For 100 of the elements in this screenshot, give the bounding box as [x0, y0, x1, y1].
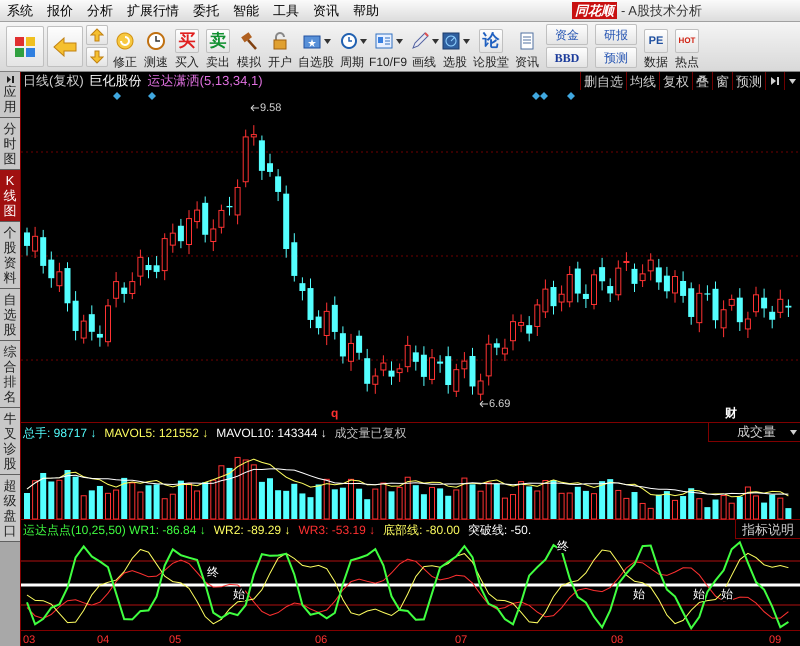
toolbar-button[interactable]: 测速 [142, 22, 170, 71]
side-tab[interactable]: 牛叉诊股 [0, 408, 20, 475]
indicator-help-button[interactable]: 指标说明 [735, 520, 800, 539]
icon-glyph: 论 [479, 29, 503, 53]
axis-label: 05 [169, 633, 182, 646]
toolbar-button[interactable]: 开户 [266, 22, 294, 71]
layout-button[interactable] [6, 26, 44, 67]
toolbar-button[interactable]: F10/F9 [369, 22, 407, 71]
signal-label: 始 [693, 587, 705, 601]
toolbar-button[interactable]: HOT 热点 [673, 22, 701, 71]
app-logo: 同花顺 [572, 2, 617, 20]
toolbar-button[interactable]: 论 论股堂 [472, 22, 510, 71]
toolbar-button[interactable]: 模拟 [235, 22, 263, 71]
icon-glyph: HOT [675, 29, 699, 53]
menu-item[interactable]: 工具 [266, 0, 306, 20]
clock-icon [146, 31, 166, 51]
legend-value: 总手: 98717 ↓ [23, 424, 96, 442]
expand-icon [770, 76, 780, 86]
menu-item[interactable]: 智能 [226, 0, 266, 20]
chart-marker: q [331, 405, 338, 422]
legend-value: MAVOL10: 143344 ↓ [216, 424, 327, 442]
signal-label: 始 [721, 587, 733, 601]
radar-icon [440, 31, 460, 51]
menu-item[interactable]: 扩展行情 [120, 0, 186, 20]
toolbar-button[interactable]: 卖 卖出 [204, 22, 232, 71]
caret-icon [789, 78, 796, 84]
refresh-icon [115, 31, 135, 51]
toolbar-button[interactable]: 买 买入 [173, 22, 201, 71]
axis-label: 08 [611, 633, 624, 646]
chart-tool-button[interactable]: 预测 [732, 72, 765, 90]
diamond-icon [148, 92, 156, 100]
down-arrow-icon [90, 50, 104, 64]
toolbar-button[interactable]: 自选股 [297, 22, 335, 71]
signal-label: 始 [233, 587, 245, 601]
side-tab[interactable]: 应用 [0, 72, 20, 118]
legend-value: 底部线: -80.00 [383, 522, 460, 538]
axis-label: 07 [455, 633, 468, 646]
indicator-selector[interactable]: 成交量 [708, 423, 800, 442]
toolbar-button[interactable]: 周期 [338, 22, 366, 71]
side-tab[interactable]: K线图 [0, 170, 20, 222]
diamond-icon [113, 92, 121, 100]
axis-label: 03 [23, 633, 36, 646]
toolbar-button[interactable]: 画线 [410, 22, 438, 71]
grid-icon [14, 36, 36, 58]
legend-value: 运达点点(10,25,50) WR1: -86.84 ↓ [23, 522, 206, 538]
chart-tool-button[interactable]: 窗 [712, 72, 732, 90]
indicator-name: 运达潇洒(5,13,34,1) [148, 72, 263, 90]
toolbar-button[interactable]: 选股 [441, 22, 469, 71]
leader-line [250, 104, 260, 112]
side-tab[interactable]: 综合排名 [0, 341, 20, 408]
side-tab[interactable]: 自选股 [0, 289, 20, 341]
stock-name: 巨化股份 [90, 72, 142, 90]
toolbar-button[interactable]: BBD [546, 47, 588, 68]
signal-label: 终 [557, 539, 569, 553]
caret-icon [790, 430, 797, 434]
chart-period: 日线(复权) [23, 72, 84, 90]
up-arrow-icon [90, 28, 104, 42]
menu-item[interactable]: 帮助 [346, 0, 386, 20]
icon-glyph: 卖 [206, 29, 230, 53]
price-label: 9.58 [260, 101, 282, 116]
axis-label: 06 [315, 633, 328, 646]
menu-item[interactable]: 分析 [80, 0, 120, 20]
axis-label: 09 [769, 633, 782, 646]
legend-value: 成交量已复权 [334, 424, 407, 442]
diamond-icon [567, 92, 575, 100]
chart-tool-button[interactable]: 删自选 [580, 72, 626, 90]
icon-glyph: 买 [175, 29, 199, 53]
document-icon [374, 31, 394, 51]
icon-glyph: PE [644, 29, 668, 53]
side-tab[interactable]: 超级盘口 [0, 475, 20, 542]
side-tab[interactable]: 分时图 [0, 118, 20, 170]
toolbar-button[interactable]: 修正 [111, 22, 139, 71]
menu-item[interactable]: 系统 [0, 0, 40, 20]
signal-label: 终 [207, 565, 219, 579]
toolbar-button[interactable]: 预测 [595, 47, 637, 68]
down-button[interactable] [86, 47, 108, 67]
left-arrow-icon [53, 36, 77, 56]
chart-marker: 财 [725, 405, 737, 422]
legend-value: 突破线: -50. [468, 522, 532, 538]
toolbar-button[interactable]: 资讯 [513, 22, 541, 71]
chart-tool-button[interactable]: 叠 [692, 72, 712, 90]
pencil-icon [410, 31, 430, 51]
axis-label: 04 [97, 633, 110, 646]
back-button[interactable] [47, 26, 83, 67]
toolbar-button[interactable]: 研报 [595, 24, 637, 45]
up-button[interactable] [86, 25, 108, 45]
side-tab[interactable]: 个股资料 [0, 222, 20, 289]
toolbar-button[interactable]: PE 数据 [642, 22, 670, 71]
menu-item[interactable]: 委托 [186, 0, 226, 20]
legend-value: WR3: -53.19 ↓ [298, 522, 376, 538]
menu-item[interactable]: 报价 [40, 0, 80, 20]
menu-item[interactable]: 资讯 [306, 0, 346, 20]
legend-value: WR2: -89.29 ↓ [214, 522, 290, 538]
signal-label: 始 [633, 587, 645, 601]
legend-value: MAVOL5: 121552 ↓ [104, 424, 208, 442]
window-title: - A股技术分析 [621, 2, 702, 20]
expand-icon [6, 75, 14, 84]
toolbar-button[interactable]: 资金 [546, 24, 588, 45]
chart-tool-button[interactable]: 均线 [626, 72, 659, 90]
chart-tool-button[interactable]: 复权 [659, 72, 692, 90]
